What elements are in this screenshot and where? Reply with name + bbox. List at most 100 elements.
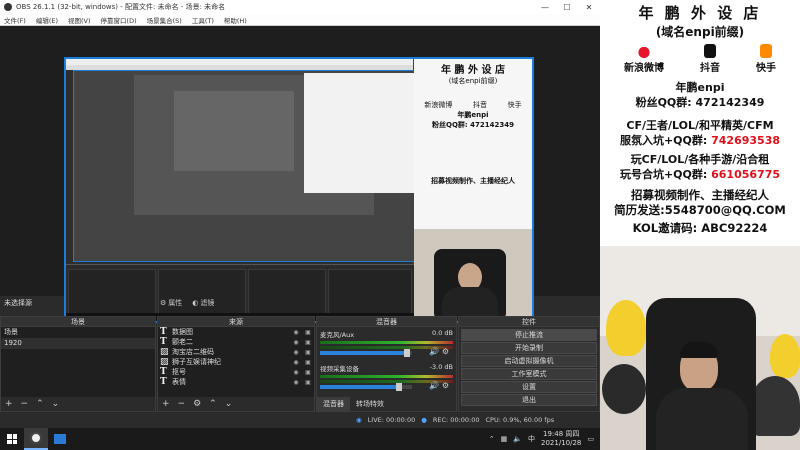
tray-icon[interactable]: ⌃ bbox=[489, 435, 495, 443]
tab-mixer[interactable]: 混音器 bbox=[317, 397, 350, 411]
mixer-dock-title: 混音器 bbox=[317, 317, 456, 327]
start-button[interactable] bbox=[0, 428, 24, 450]
move-down-icon[interactable]: ⌄ bbox=[52, 399, 60, 409]
live-time: LIVE: 00:00:00 bbox=[367, 416, 416, 424]
sources-toolbar: + − ⚙ ⌃ ⌄ bbox=[158, 397, 314, 411]
preview-canvas[interactable]: 年 鹏 外 设 店 (域名enpi前缀) 新浪微博 抖音 快手 年鹏enpi 粉… bbox=[64, 57, 534, 323]
ime-icon[interactable]: 中 bbox=[528, 434, 535, 444]
remove-icon[interactable]: − bbox=[21, 399, 29, 409]
lock-icon[interactable]: ▣ bbox=[302, 369, 314, 376]
games-line: CF/王者/LOL/和平精英/CFM bbox=[626, 119, 774, 132]
social-links: 新浪微博 抖音 快手 bbox=[600, 44, 800, 74]
text-source-icon: T bbox=[160, 367, 167, 377]
source-item[interactable]: T 颤老二 ◉ ▣ bbox=[158, 337, 314, 347]
taskbar-obs[interactable] bbox=[24, 428, 48, 450]
volume-slider[interactable] bbox=[320, 349, 412, 357]
rec-icon: ● bbox=[421, 416, 427, 424]
settings-button[interactable]: 设置 bbox=[461, 381, 597, 393]
gear-icon[interactable]: ⚙ bbox=[442, 347, 449, 356]
gear-icon[interactable]: ⚙ bbox=[442, 381, 449, 390]
eye-icon[interactable]: ◉ bbox=[290, 339, 302, 346]
filters-button[interactable]: ◐ 滤镜 bbox=[192, 298, 214, 308]
studio-mode-button[interactable]: 工作室模式 bbox=[461, 368, 597, 380]
weibo-link: 新浪微博 bbox=[624, 44, 664, 74]
clock[interactable]: 19:48 周四 2021/10/28 bbox=[541, 430, 581, 448]
group-line-1: 服氛入坑+QQ群: 742693538 bbox=[619, 134, 781, 147]
mixer-channel: 视频采集设备 -3.0 dB 🔊 ⚙ bbox=[317, 361, 456, 391]
menu-edit[interactable]: 编辑(E) bbox=[36, 15, 58, 25]
nested-obs-capture bbox=[66, 59, 415, 321]
add-icon[interactable]: + bbox=[5, 399, 13, 409]
obs-app-icon bbox=[4, 3, 12, 11]
volume-icon[interactable]: 🔈 bbox=[513, 435, 522, 443]
lock-icon[interactable]: ▣ bbox=[302, 379, 314, 386]
group-line-2: 玩号合坑+QQ群: 661056775 bbox=[619, 168, 781, 181]
menu-help[interactable]: 帮助(H) bbox=[224, 15, 247, 25]
maximize-button[interactable]: ☐ bbox=[556, 3, 578, 12]
scene-item[interactable]: 1920 bbox=[1, 338, 155, 349]
speaker-icon[interactable]: 🔊 bbox=[429, 347, 439, 356]
volume-slider[interactable] bbox=[320, 383, 412, 391]
kuaishou-icon bbox=[760, 44, 772, 58]
lock-icon[interactable]: ▣ bbox=[302, 359, 314, 366]
source-item[interactable]: T 抠号 ◉ ▣ bbox=[158, 367, 314, 377]
pikachu-plush bbox=[770, 334, 800, 378]
preview-area[interactable]: 年 鹏 外 设 店 (域名enpi前缀) 新浪微博 抖音 快手 年鹏enpi 粉… bbox=[0, 26, 600, 323]
eye-icon[interactable]: ◉ bbox=[290, 359, 302, 366]
tab-transitions[interactable]: 转场特效 bbox=[350, 397, 390, 411]
menu-file[interactable]: 文件(F) bbox=[4, 15, 26, 25]
stop-streaming-button[interactable]: 停止推流 bbox=[461, 329, 597, 341]
live-icon: ◉ bbox=[356, 416, 362, 424]
properties-button[interactable]: ⚙ 属性 bbox=[160, 298, 182, 308]
scene-item[interactable]: 场景 bbox=[1, 327, 155, 338]
channel-name: 视频采集设备 bbox=[320, 365, 359, 373]
eye-icon[interactable]: ◉ bbox=[290, 349, 302, 356]
windows-icon bbox=[7, 434, 17, 444]
remove-icon[interactable]: − bbox=[178, 399, 186, 409]
lock-icon[interactable]: ▣ bbox=[302, 349, 314, 356]
notification-icon[interactable]: ▭ bbox=[587, 435, 594, 443]
scenes-dock: 场景 场景 1920 + − ⌃ ⌄ bbox=[0, 316, 156, 412]
move-up-icon[interactable]: ⌃ bbox=[36, 399, 44, 409]
eye-icon[interactable]: ◉ bbox=[290, 369, 302, 376]
streamer-name: 年鹏enpi bbox=[675, 81, 725, 94]
lock-icon[interactable]: ▣ bbox=[302, 339, 314, 346]
preview-webcam bbox=[414, 229, 532, 321]
eye-icon[interactable]: ◉ bbox=[290, 329, 302, 336]
close-button[interactable]: ✕ bbox=[578, 3, 600, 12]
move-down-icon[interactable]: ⌄ bbox=[225, 399, 233, 409]
lock-icon[interactable]: ▣ bbox=[302, 329, 314, 336]
source-item[interactable]: ▨ 狮子互娱请神纪 ◉ ▣ bbox=[158, 357, 314, 367]
no-source-selected-label: 未选择源 bbox=[4, 299, 32, 307]
windows-taskbar: ⌃ ▦ 🔈 中 19:48 周四 2021/10/28 ▭ bbox=[0, 428, 600, 450]
text-source-icon: T bbox=[160, 377, 167, 387]
source-item[interactable]: ▨ 淘宝店二维码 ◉ ▣ bbox=[158, 347, 314, 357]
obs-window: OBS 26.1.1 (32-bit, windows) - 配置文件: 未命名… bbox=[0, 0, 600, 428]
start-recording-button[interactable]: 开始录制 bbox=[461, 342, 597, 354]
add-icon[interactable]: + bbox=[162, 399, 170, 409]
network-icon[interactable]: ▦ bbox=[501, 435, 508, 443]
menu-tools[interactable]: 工具(T) bbox=[192, 15, 214, 25]
menu-docks[interactable]: 停靠窗口(D) bbox=[101, 15, 137, 25]
volume-meter bbox=[320, 375, 453, 378]
start-virtual-camera-button[interactable]: 启动虚拟摄像机 bbox=[461, 355, 597, 367]
resume-email: 简历发送:5548700@QQ.COM bbox=[614, 203, 786, 217]
source-item[interactable]: T 数据图 ◉ ▣ bbox=[158, 327, 314, 337]
douyin-link: 抖音 bbox=[700, 44, 720, 74]
streamer-body bbox=[656, 388, 748, 450]
penguin-plush bbox=[602, 364, 646, 414]
volume-meter bbox=[320, 341, 453, 344]
menu-view[interactable]: 视图(V) bbox=[68, 15, 91, 25]
move-up-icon[interactable]: ⌃ bbox=[209, 399, 217, 409]
speaker-icon[interactable]: 🔊 bbox=[429, 381, 439, 390]
exit-button[interactable]: 退出 bbox=[461, 394, 597, 406]
preview-overlay-kuaishou: 快手 bbox=[507, 101, 522, 109]
menu-scene-collection[interactable]: 场景集合(S) bbox=[147, 15, 182, 25]
mixer-channels: 麦克风/Aux 0.0 dB 🔊 ⚙ 视频采集设备 -3.0 dB 🔊 ⚙ bbox=[317, 327, 456, 397]
eye-icon[interactable]: ◉ bbox=[290, 379, 302, 386]
gear-icon[interactable]: ⚙ bbox=[193, 399, 201, 409]
image-source-icon: ▨ bbox=[160, 357, 169, 367]
taskbar-app[interactable] bbox=[48, 428, 72, 450]
minimize-button[interactable]: — bbox=[534, 3, 556, 12]
source-item[interactable]: T 表情 ◉ ▣ bbox=[158, 377, 314, 387]
